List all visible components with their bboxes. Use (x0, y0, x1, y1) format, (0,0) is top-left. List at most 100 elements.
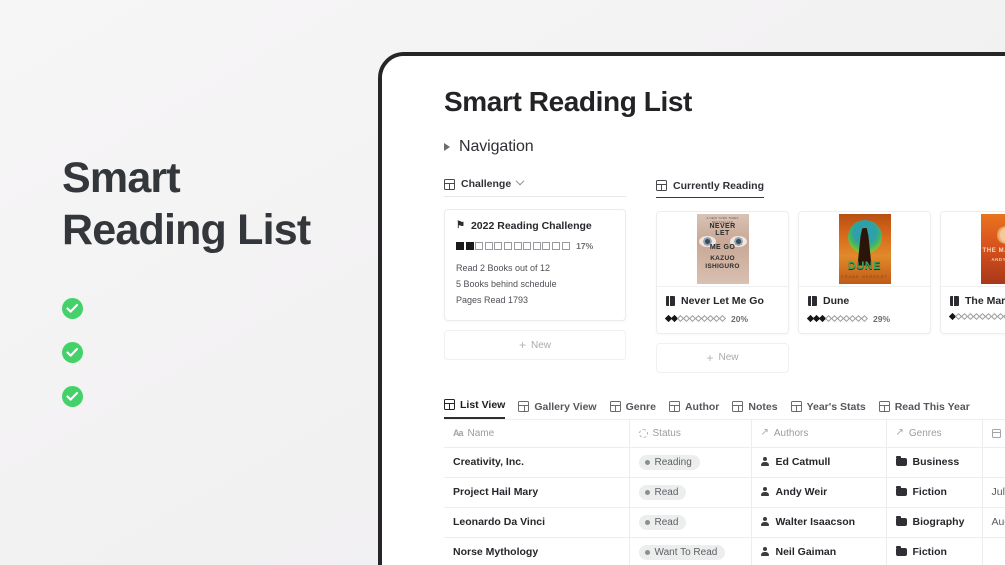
tab-list-view[interactable]: List View (444, 399, 506, 419)
book-card[interactable]: THE MARTIANANDY WEIR The Martian (940, 210, 1005, 334)
person-icon (761, 487, 770, 497)
book-title-row: The Martian (950, 295, 1005, 307)
book-icon (666, 295, 675, 306)
cell-status[interactable]: Read (629, 507, 752, 538)
column-header-authors[interactable]: ↗ Authors (751, 419, 887, 448)
cell-status[interactable]: Reading (629, 447, 752, 478)
cell-genre[interactable]: Fiction (886, 477, 983, 508)
table-row[interactable]: Leonardo Da Vinci Read Walter Isaacson Biog… (444, 507, 1005, 538)
book-thumbnail: DUNE FRANK HERBERT (799, 211, 930, 287)
promo-feature-item (62, 386, 372, 407)
page-title: Smart Reading List (444, 86, 692, 117)
challenge-line-1: 5 Books behind schedule (456, 279, 557, 289)
tab-genre[interactable]: Genre (609, 400, 656, 419)
cell-name[interactable]: Norse Mythology (444, 537, 630, 565)
column-header-label: Genres (908, 427, 942, 439)
cell-author[interactable]: Neil Gaiman (751, 537, 887, 565)
row-title: Norse Mythology (453, 546, 539, 558)
currently-reading-db-header[interactable]: Currently Reading (656, 180, 765, 198)
cell-date[interactable] (982, 447, 1005, 478)
author-name: Neil Gaiman (775, 546, 837, 558)
status-dot-icon (644, 489, 650, 495)
book-icon (950, 295, 959, 306)
app-screen: Smart Reading List Navigation Challenge (382, 56, 1005, 565)
column-header-status[interactable]: Status (629, 419, 752, 448)
book-thumbnail: THE MARTIANANDY WEIR (941, 211, 1005, 287)
cell-date[interactable]: July (982, 477, 1005, 508)
challenge-line-2: Pages Read 1793 (456, 295, 529, 305)
cell-genre[interactable]: Business (886, 447, 983, 478)
status-dot-icon (644, 459, 650, 465)
challenge-progress-square (475, 242, 484, 250)
book-title: Dune (823, 294, 850, 307)
column-header-genres[interactable]: ↗ Genres (886, 419, 983, 448)
cell-date[interactable] (982, 537, 1005, 565)
tab-author[interactable]: Author (668, 401, 719, 419)
table-row[interactable]: Project Hail Mary Read Andy Weir Fiction Jul… (444, 477, 1005, 508)
promo-feature-item (62, 342, 372, 363)
book-card[interactable]: DUNE FRANK HERBERT Dune 29% (798, 210, 931, 334)
cell-genre[interactable]: Biography (886, 507, 983, 538)
navigation-label: Navigation (459, 138, 534, 155)
cell-name[interactable]: Leonardo Da Vinci (444, 507, 630, 538)
genre-name: Fiction (912, 546, 947, 558)
progress-diamond (718, 314, 727, 323)
navigation-toggle[interactable]: Navigation (444, 138, 1005, 156)
author-name: Andy Weir (775, 486, 828, 498)
status-dot-icon (644, 519, 650, 525)
cell-name[interactable]: Creativity, Inc. (444, 447, 630, 478)
tab-gallery-view[interactable]: Gallery View (518, 400, 597, 419)
book-title: Never Let Me Go (681, 294, 764, 307)
tab-label: Gallery View (534, 400, 597, 413)
cell-genre[interactable]: Fiction (886, 537, 983, 565)
cell-author[interactable]: Walter Isaacson (751, 507, 887, 538)
cell-date[interactable]: Aug (982, 507, 1005, 538)
date-value: Aug (991, 516, 1005, 528)
challenge-percent: 17% (576, 241, 594, 251)
status-label: Read (654, 486, 679, 498)
challenge-divider (444, 196, 626, 197)
screenshot-root: Smart Reading List Smart Reading List Na… (0, 0, 1005, 565)
table-row[interactable]: Creativity, Inc. Reading Ed Catmull Busines… (444, 447, 1005, 478)
table-row[interactable]: Norse Mythology Want To Read Neil Gaiman Fi… (444, 537, 1005, 565)
cell-status[interactable]: Want To Read (629, 537, 752, 565)
tab-year-s-stats[interactable]: Year's Stats (790, 401, 866, 419)
book-cover-never-let-me-go: A NEW YORK TIMES BESTSELLER NEVER LET ME GO… (696, 213, 749, 284)
column-header-name[interactable]: Aa Name (444, 419, 630, 448)
challenge-db-header[interactable]: Challenge (444, 176, 656, 195)
book-percent: 29% (873, 313, 891, 324)
challenge-progress-square (542, 242, 551, 250)
table-body: Creativity, Inc. Reading Ed Catmull Busines… (444, 447, 1005, 565)
view-tabs: List View Gallery View Genre Author Notes Yea… (444, 399, 1005, 420)
challenge-progress-square (532, 242, 541, 250)
column-header-d[interactable]: D (982, 419, 1005, 448)
challenge-progress-square (551, 242, 560, 250)
tab-notes[interactable]: Notes (732, 400, 778, 419)
tab-label: Notes (748, 400, 778, 413)
cell-name[interactable]: Project Hail Mary (444, 477, 630, 508)
cell-author[interactable]: Andy Weir (751, 477, 887, 508)
genre-name: Fiction (912, 486, 947, 498)
row-title: Project Hail Mary (453, 486, 539, 498)
check-circle-icon (62, 298, 83, 319)
plus-icon: + (518, 338, 526, 352)
challenge-new-button[interactable]: + New (444, 330, 626, 360)
currently-reading-new-button[interactable]: + New (656, 342, 789, 373)
book-title: The Martian (965, 294, 1005, 307)
chevron-down-icon[interactable] (515, 176, 525, 186)
cell-status[interactable]: Read (629, 477, 752, 508)
status-badge: Want To Read (638, 544, 726, 560)
challenge-progress-square (561, 242, 570, 250)
tab-read-this-year[interactable]: Read This Year (878, 401, 970, 419)
folder-icon (895, 546, 907, 556)
book-thumbnail: A NEW YORK TIMES BESTSELLER NEVER LET ME GO… (657, 211, 788, 287)
tab-label: Genre (625, 400, 656, 413)
grid-icon (668, 401, 680, 412)
grid-icon (518, 401, 530, 412)
challenge-card[interactable]: ⚑ 2022 Reading Challenge 17% Read 2 Book… (444, 209, 626, 321)
book-icon (808, 295, 817, 306)
date-value: July (991, 486, 1005, 498)
book-card[interactable]: A NEW YORK TIMES BESTSELLER NEVER LET ME GO… (656, 210, 789, 334)
challenge-progress-square (503, 242, 512, 250)
cell-author[interactable]: Ed Catmull (751, 447, 887, 478)
